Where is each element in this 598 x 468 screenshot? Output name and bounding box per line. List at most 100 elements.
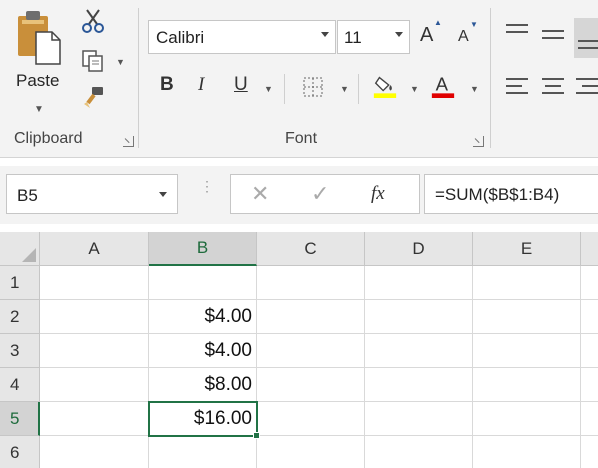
italic-button[interactable]: I xyxy=(198,74,204,96)
chevron-down-icon xyxy=(159,192,167,197)
format-painter-icon xyxy=(84,87,103,108)
caret-down-icon: ▼ xyxy=(470,20,478,29)
worksheet-grid: A B C D E 1 2 3 4 5 6 $4.00 $4.00 $8.00 … xyxy=(0,232,598,468)
cell-a1[interactable] xyxy=(40,266,149,300)
cell-f2[interactable] xyxy=(581,300,598,334)
fill-color-button[interactable] xyxy=(372,72,398,98)
formula-bar-tools: ✕ ✓ fx xyxy=(230,174,420,214)
chevron-down-icon xyxy=(395,32,403,37)
column-header-c[interactable]: C xyxy=(257,232,365,266)
cell-d4[interactable] xyxy=(365,368,473,402)
row-header-1[interactable]: 1 xyxy=(0,266,40,300)
copy-dropdown-arrow[interactable]: ▼ xyxy=(116,57,125,67)
cell-d1[interactable] xyxy=(365,266,473,300)
column-header-d[interactable]: D xyxy=(365,232,473,266)
borders-dropdown-arrow[interactable]: ▼ xyxy=(340,84,349,94)
enter-icon[interactable]: ✓ xyxy=(311,181,329,207)
row-header-5[interactable]: 5 xyxy=(0,402,40,436)
cut-button[interactable] xyxy=(80,8,106,34)
cell-a5[interactable] xyxy=(40,402,149,436)
row-header-2[interactable]: 2 xyxy=(0,300,40,334)
formula-input[interactable]: =SUM($B$1:B4) xyxy=(424,174,598,214)
cell-b1[interactable] xyxy=(149,266,257,300)
cell-e3[interactable] xyxy=(473,334,581,368)
font-group-label: Font xyxy=(285,130,318,147)
cell-e2[interactable] xyxy=(473,300,581,334)
align-left-icon xyxy=(506,78,528,80)
row-header-3[interactable]: 3 xyxy=(0,334,40,368)
cancel-icon[interactable]: ✕ xyxy=(251,181,269,207)
font-color-icon: A xyxy=(431,74,455,98)
underline-button[interactable]: U xyxy=(234,74,248,96)
column-header-e[interactable]: E xyxy=(473,232,581,266)
cell-b2[interactable]: $4.00 xyxy=(149,300,257,334)
cell-e1[interactable] xyxy=(473,266,581,300)
column-header-a[interactable]: A xyxy=(40,232,149,266)
formula-value: =SUM($B$1:B4) xyxy=(435,185,560,204)
divider xyxy=(284,74,285,104)
cut-icon xyxy=(82,9,104,33)
cell-f4[interactable] xyxy=(581,368,598,402)
fill-bucket-icon xyxy=(373,76,397,98)
cell-c2[interactable] xyxy=(257,300,365,334)
column-header-b[interactable]: B xyxy=(149,232,257,266)
bottom-align-icon xyxy=(578,40,598,42)
cell-c3[interactable] xyxy=(257,334,365,368)
cell-c4[interactable] xyxy=(257,368,365,402)
ribbon: Paste ▼ ▼ Clipboard Calibri 11 A ▲ A ▼ B… xyxy=(0,0,598,158)
cell-f6[interactable] xyxy=(581,436,598,468)
active-cell-outline xyxy=(148,401,258,437)
font-name-select[interactable]: Calibri xyxy=(148,20,336,54)
cell-a4[interactable] xyxy=(40,368,149,402)
borders-button[interactable] xyxy=(300,74,326,100)
bottom-align-button[interactable] xyxy=(574,18,598,58)
copy-button[interactable] xyxy=(80,48,106,74)
select-all-button[interactable] xyxy=(0,232,40,266)
group-divider xyxy=(490,8,491,148)
align-right-icon xyxy=(576,78,598,80)
column-header-f[interactable] xyxy=(581,232,598,266)
insert-function-button[interactable]: fx xyxy=(371,183,385,205)
cell-f3[interactable] xyxy=(581,334,598,368)
font-launcher-icon[interactable] xyxy=(473,136,484,147)
format-painter-button[interactable] xyxy=(80,84,106,110)
fill-handle[interactable] xyxy=(253,432,260,439)
cell-a6[interactable] xyxy=(40,436,149,468)
cell-a3[interactable] xyxy=(40,334,149,368)
font-size-value: 11 xyxy=(344,28,362,47)
increase-font-size-icon: A xyxy=(420,24,434,46)
name-box[interactable]: B5 xyxy=(6,174,178,214)
cell-b4[interactable]: $8.00 xyxy=(149,368,257,402)
cell-d6[interactable] xyxy=(365,436,473,468)
font-size-select[interactable]: 11 xyxy=(337,20,410,54)
cell-c1[interactable] xyxy=(257,266,365,300)
align-center-icon xyxy=(542,78,564,80)
cell-d5[interactable] xyxy=(365,402,473,436)
cell-f5[interactable] xyxy=(581,402,598,436)
cell-d3[interactable] xyxy=(365,334,473,368)
font-name-value: Calibri xyxy=(156,28,205,47)
bold-button[interactable]: B xyxy=(160,74,174,96)
font-color-button[interactable]: A xyxy=(430,72,456,98)
paste-label: Paste xyxy=(16,71,60,90)
row-header-6[interactable]: 6 xyxy=(0,436,40,468)
font-color-dropdown-arrow[interactable]: ▼ xyxy=(470,84,479,94)
cell-f1[interactable] xyxy=(581,266,598,300)
row-header-4[interactable]: 4 xyxy=(0,368,40,402)
cell-e6[interactable] xyxy=(473,436,581,468)
cell-c5[interactable] xyxy=(257,402,365,436)
cell-d2[interactable] xyxy=(365,300,473,334)
cell-b6[interactable] xyxy=(149,436,257,468)
cell-a2[interactable] xyxy=(40,300,149,334)
cell-e4[interactable] xyxy=(473,368,581,402)
formula-bar: B5 ⋮ ✕ ✓ fx =SUM($B$1:B4) xyxy=(0,166,598,224)
cell-b3[interactable]: $4.00 xyxy=(149,334,257,368)
formula-bar-resize-handle[interactable]: ⋮ xyxy=(200,179,214,193)
cell-c6[interactable] xyxy=(257,436,365,468)
clipboard-group-label: Clipboard xyxy=(14,130,83,147)
cell-e5[interactable] xyxy=(473,402,581,436)
fill-color-dropdown-arrow[interactable]: ▼ xyxy=(410,84,419,94)
underline-dropdown-arrow[interactable]: ▼ xyxy=(264,84,273,94)
paste-dropdown-arrow[interactable]: ▼ xyxy=(34,104,44,115)
clipboard-launcher-icon[interactable] xyxy=(123,136,134,147)
